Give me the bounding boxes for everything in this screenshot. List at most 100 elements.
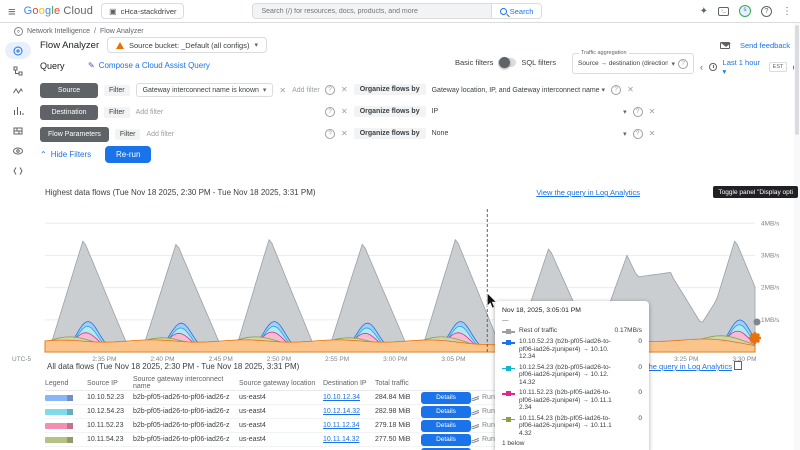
- nav-performance-dashboard[interactable]: [5, 102, 31, 119]
- organize-flows-label: Organize flows by: [353, 128, 426, 139]
- organize-flows-value[interactable]: None ▾: [432, 130, 627, 138]
- more-vert-icon[interactable]: ⋮: [782, 6, 792, 17]
- hover-row: 10.10.52.23 (b2b-pf05-iad26-to-pf06-iad2…: [502, 338, 642, 361]
- chart-hover-card: Nov 18, 2025, 3:05:01 PM — Rest of traff…: [495, 301, 649, 450]
- aggregation-help-icon[interactable]: ?: [678, 58, 688, 69]
- traffic-aggregation-select[interactable]: Traffic aggregation Source → destination…: [572, 50, 694, 74]
- flows-area-chart[interactable]: 1MB/s2MB/s3MB/s4MB/sUTC-5 2:35 PM 2:40 PM 2…: [0, 205, 800, 365]
- organize-help-icon[interactable]: ?: [611, 84, 622, 95]
- hide-filters-link[interactable]: ⌃ Hide Filters: [40, 150, 91, 159]
- x-axis-label: 3:05 PM: [441, 356, 465, 363]
- send-feedback-link[interactable]: Send feedback: [740, 41, 790, 50]
- collapse-chevron-icon[interactable]: ‹: [700, 62, 703, 72]
- organize-clear-icon[interactable]: ✕: [649, 129, 656, 138]
- performance-dashboard-icon: [14, 106, 24, 115]
- flow-parameters-dimension-chip[interactable]: Flow Parameters: [40, 126, 109, 142]
- project-icon: ▣: [109, 6, 117, 16]
- row-clear-icon[interactable]: ✕: [341, 107, 348, 116]
- row-clear-icon[interactable]: ✕: [341, 129, 348, 138]
- hover-row: Rest of traffic 0.17MB/s: [502, 327, 642, 335]
- menu-icon[interactable]: ≡: [8, 4, 16, 19]
- time-range-selector[interactable]: Last 1 hour ▾: [723, 58, 763, 76]
- destination-ip-link[interactable]: 10.11.14.32: [323, 436, 375, 443]
- add-filter-placeholder[interactable]: Add filter: [146, 131, 174, 138]
- gateway-location: us-east4: [239, 436, 266, 443]
- page-title: Flow Analyzer: [40, 40, 100, 51]
- source-filter-chip[interactable]: Gateway interconnect name is known ▾: [135, 83, 274, 97]
- view-query-link-top[interactable]: View the query in Log Analytics: [536, 188, 640, 197]
- run-icon: [471, 409, 479, 415]
- filters-mode-toggle[interactable]: [498, 57, 517, 68]
- organize-help-icon[interactable]: ?: [632, 128, 643, 139]
- details-button[interactable]: Details: [421, 405, 471, 418]
- point-marker: [753, 318, 761, 326]
- chevron-down-icon: ▾: [254, 42, 258, 49]
- details-button[interactable]: Details: [421, 433, 471, 446]
- interconnect-name: b2b-pf05-iad26-to-pf06-iad26-z: [133, 422, 230, 429]
- y-axis-label: 3MB/s: [761, 252, 780, 259]
- legend-swatch: [502, 390, 515, 397]
- scrollbar[interactable]: [794, 23, 800, 450]
- help-icon[interactable]: ?: [761, 5, 772, 17]
- organize-help-icon[interactable]: ?: [632, 106, 643, 117]
- details-button[interactable]: Details: [421, 391, 471, 404]
- breadcrumb-network-intelligence[interactable]: Network Intelligence: [27, 28, 90, 35]
- source-ip: 10.12.54.23: [87, 408, 124, 415]
- clock-icon: [709, 63, 717, 71]
- nav-configuration[interactable]: [5, 162, 31, 179]
- organize-flows-value[interactable]: Gateway location, IP, and Gateway interc…: [432, 86, 605, 94]
- nav-flow-analyzer[interactable]: [5, 42, 31, 59]
- destination-dimension-chip[interactable]: Destination: [40, 104, 98, 120]
- gemini-icon[interactable]: ✦: [700, 6, 708, 17]
- global-search: Search: [252, 3, 543, 19]
- timezone-badge[interactable]: EST: [768, 62, 788, 72]
- cloud-shell-icon[interactable]: ›_: [718, 6, 729, 16]
- network-analyzer-icon: [13, 147, 23, 154]
- query-section-label: Query: [40, 61, 65, 71]
- nav-network-analyzer[interactable]: [5, 142, 31, 159]
- organize-clear-icon[interactable]: ✕: [627, 85, 634, 94]
- run-icon: [471, 423, 479, 429]
- chevron-down-icon: ▾: [262, 87, 267, 94]
- project-selector[interactable]: ▣ cHca-stackdriver: [101, 3, 185, 19]
- organize-flows-value[interactable]: IP ▾: [432, 108, 627, 116]
- legend-swatch: [502, 339, 515, 346]
- rerun-button[interactable]: Re-run: [105, 146, 152, 163]
- row-help-icon[interactable]: ?: [325, 106, 335, 117]
- gateway-location: us-east4: [239, 408, 266, 415]
- copy-icon[interactable]: [734, 361, 742, 370]
- details-button[interactable]: Details: [421, 419, 471, 432]
- row-help-icon[interactable]: ?: [325, 84, 335, 95]
- remove-filter-icon[interactable]: ✕: [279, 86, 286, 95]
- scrollbar-thumb[interactable]: [795, 25, 799, 135]
- y-axis-label: 4MB/s: [761, 220, 780, 227]
- breadcrumb-flow-analyzer[interactable]: Flow Analyzer: [100, 28, 144, 35]
- display-options-tooltip: Toggle panel "Display opti: [713, 186, 798, 198]
- add-filter-placeholder[interactable]: Add filter: [292, 87, 320, 94]
- configuration-icon: [13, 166, 23, 175]
- organize-clear-icon[interactable]: ✕: [649, 107, 656, 116]
- avatar[interactable]: s: [739, 5, 751, 17]
- row-legend-swatch: [45, 408, 69, 415]
- row-clear-icon[interactable]: ✕: [341, 85, 348, 94]
- hover-row: 10.11.52.23 (b2b-pf05-iad26-to-pf06-iad2…: [502, 389, 642, 412]
- google-cloud-logo: Google Cloud: [23, 5, 94, 17]
- source-bucket-selector[interactable]: Source bucket: _Default (all configs) ▾: [107, 37, 267, 53]
- warning-icon: [116, 41, 124, 49]
- chevron-down-icon: ▾: [671, 60, 675, 68]
- total-traffic: 282.98 MiB: [375, 408, 411, 415]
- row-help-icon[interactable]: ?: [325, 128, 335, 139]
- nav-network-topology[interactable]: [5, 62, 31, 79]
- source-dimension-chip[interactable]: Source: [40, 82, 98, 98]
- nav-connectivity-tests[interactable]: [5, 82, 31, 99]
- nav-firewall-insights[interactable]: [5, 122, 31, 139]
- add-filter-placeholder[interactable]: Add filter: [136, 109, 164, 116]
- search-input[interactable]: [253, 4, 491, 18]
- run-icon: [471, 395, 479, 401]
- destination-ip-link[interactable]: 10.10.12.34: [323, 394, 375, 401]
- destination-ip-link[interactable]: 10.12.14.32: [323, 408, 375, 415]
- cloud-assist-query-link[interactable]: ✎ Compose a Cloud Assist Query: [88, 61, 210, 70]
- destination-ip-link[interactable]: 10.11.12.34: [323, 422, 375, 429]
- feedback-icon[interactable]: [719, 42, 731, 49]
- search-button[interactable]: Search: [490, 4, 542, 18]
